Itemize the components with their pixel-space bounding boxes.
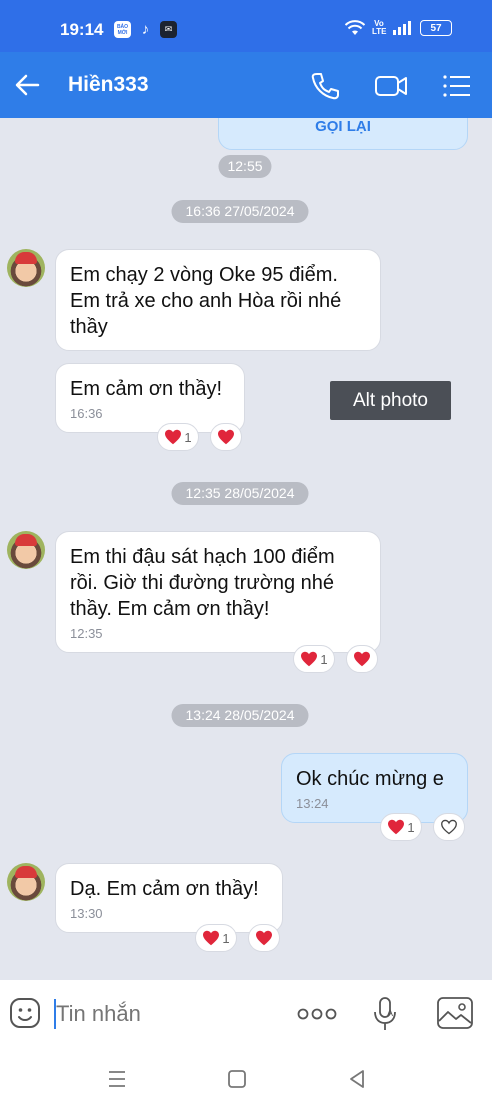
- message-bubble[interactable]: Dạ. Em cảm ơn thầy! 13:30: [55, 863, 283, 933]
- status-indicators: Vo LTE 57: [345, 20, 452, 36]
- react-button[interactable]: [210, 423, 242, 451]
- avatar[interactable]: [7, 249, 45, 287]
- message-time: 13:30: [70, 906, 103, 921]
- call-back-button[interactable]: GỌI LẠI: [219, 118, 467, 135]
- status-bar: 19:14 BÁO MỚI ♪ ✉ Vo LTE 57: [0, 0, 492, 52]
- chat-area[interactable]: GỌI LẠI 12:55 16:36 27/05/2024 Em chạy 2…: [0, 118, 492, 980]
- react-button[interactable]: [346, 645, 378, 673]
- heart-icon: [354, 651, 370, 667]
- date-separator: 16:36 27/05/2024: [171, 200, 309, 223]
- status-app-icons: BÁO MỚI ♪ ✉: [114, 21, 177, 38]
- tiktok-icon: ♪: [141, 21, 150, 38]
- heart-icon: [203, 930, 220, 946]
- message-text: Ok chúc mừng e: [296, 768, 444, 790]
- date-separator: 13:24 28/05/2024: [171, 704, 309, 727]
- system-nav-bar: [0, 1048, 492, 1110]
- avatar[interactable]: [7, 531, 45, 569]
- reaction-number: 1: [184, 429, 192, 445]
- signal-icon: [393, 21, 411, 35]
- heart-icon: [165, 429, 182, 445]
- reaction-count[interactable]: 1: [195, 924, 237, 952]
- back-arrow-icon[interactable]: [12, 69, 44, 101]
- status-time: 19:14: [60, 20, 104, 39]
- alt-photo-tooltip: Alt photo: [330, 381, 451, 420]
- reaction-number: 1: [407, 819, 415, 835]
- phone-call-icon[interactable]: [308, 69, 342, 103]
- heart-icon: [388, 819, 405, 835]
- react-button[interactable]: [433, 813, 465, 841]
- call-back-card: GỌI LẠI: [218, 118, 468, 150]
- message-text: Dạ. Em cảm ơn thầy!: [70, 878, 259, 900]
- message-input-bar: A: [0, 980, 492, 1048]
- heart-icon: [218, 429, 234, 445]
- wifi-icon: [345, 20, 365, 35]
- recent-apps-icon[interactable]: [104, 1066, 130, 1092]
- video-call-icon[interactable]: [374, 69, 408, 103]
- volte-icon: Vo LTE: [372, 19, 387, 36]
- news-app-icon: BÁO MỚI: [114, 21, 131, 38]
- avatar[interactable]: [7, 863, 45, 901]
- back-icon[interactable]: [344, 1066, 370, 1092]
- message-text: Em cảm ơn thầy!: [70, 378, 223, 400]
- reaction-count[interactable]: 1: [157, 423, 199, 451]
- my-message-bubble[interactable]: Ok chúc mừng e 13:24: [281, 753, 468, 823]
- microphone-icon[interactable]: A: [370, 996, 402, 1032]
- message-text: Em thi đậu sát hạch 100 điểm rồi. Giờ th…: [70, 546, 335, 620]
- contact-name[interactable]: Hiền333: [68, 73, 149, 97]
- message-time: 13:24: [296, 796, 329, 811]
- reaction-count[interactable]: 1: [380, 813, 422, 841]
- call-time-pill: 12:55: [218, 155, 272, 178]
- svg-text:A: A: [387, 1008, 393, 1018]
- message-time: 12:35: [70, 626, 103, 641]
- home-icon[interactable]: [224, 1066, 250, 1092]
- message-time: 16:36: [70, 406, 103, 421]
- heart-icon: [256, 930, 272, 946]
- reaction-number: 1: [222, 930, 230, 946]
- battery-icon: 57: [420, 20, 452, 36]
- messenger-icon: ✉: [160, 21, 177, 38]
- message-bubble[interactable]: Em cảm ơn thầy! 16:36: [55, 363, 245, 433]
- message-bubble[interactable]: Em chạy 2 vòng Oke 95 điểm. Em trả xe ch…: [55, 249, 381, 351]
- chat-header: Hiền333: [0, 52, 492, 118]
- heart-icon: [301, 651, 318, 667]
- photo-gallery-icon[interactable]: [436, 996, 474, 1030]
- message-text: Em chạy 2 vòng Oke 95 điểm. Em trả xe ch…: [70, 264, 342, 338]
- date-separator: 12:35 28/05/2024: [171, 482, 309, 505]
- heart-outline-icon: [441, 819, 457, 835]
- menu-list-icon[interactable]: [440, 69, 474, 103]
- more-options-icon[interactable]: [296, 1005, 338, 1023]
- react-button[interactable]: [248, 924, 280, 952]
- reaction-count[interactable]: 1: [293, 645, 335, 673]
- reaction-number: 1: [320, 651, 328, 667]
- message-bubble[interactable]: Em thi đậu sát hạch 100 điểm rồi. Giờ th…: [55, 531, 381, 653]
- message-input[interactable]: [56, 999, 276, 1029]
- emoji-icon[interactable]: [8, 996, 42, 1030]
